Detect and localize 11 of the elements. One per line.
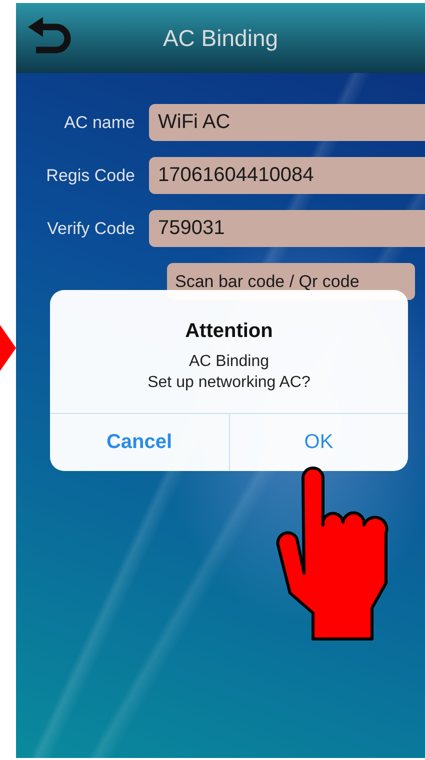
input-field[interactable]: 17061604410084 — [149, 157, 425, 194]
dialog-message: Set up networking AC? — [146, 372, 312, 393]
field-label: Verify Code — [46, 218, 136, 240]
input-field[interactable]: 759031 — [149, 210, 425, 247]
dialog-title: Attention — [184, 319, 274, 344]
dialog-message: AC Binding — [188, 352, 270, 372]
screen-title: AC Binding — [162, 24, 278, 53]
input-field[interactable]: WiFi AC — [149, 104, 425, 141]
field-label: Regis Code — [45, 164, 136, 187]
field-label: AC name — [63, 112, 136, 134]
pointer-arrow-icon — [0, 325, 16, 371]
